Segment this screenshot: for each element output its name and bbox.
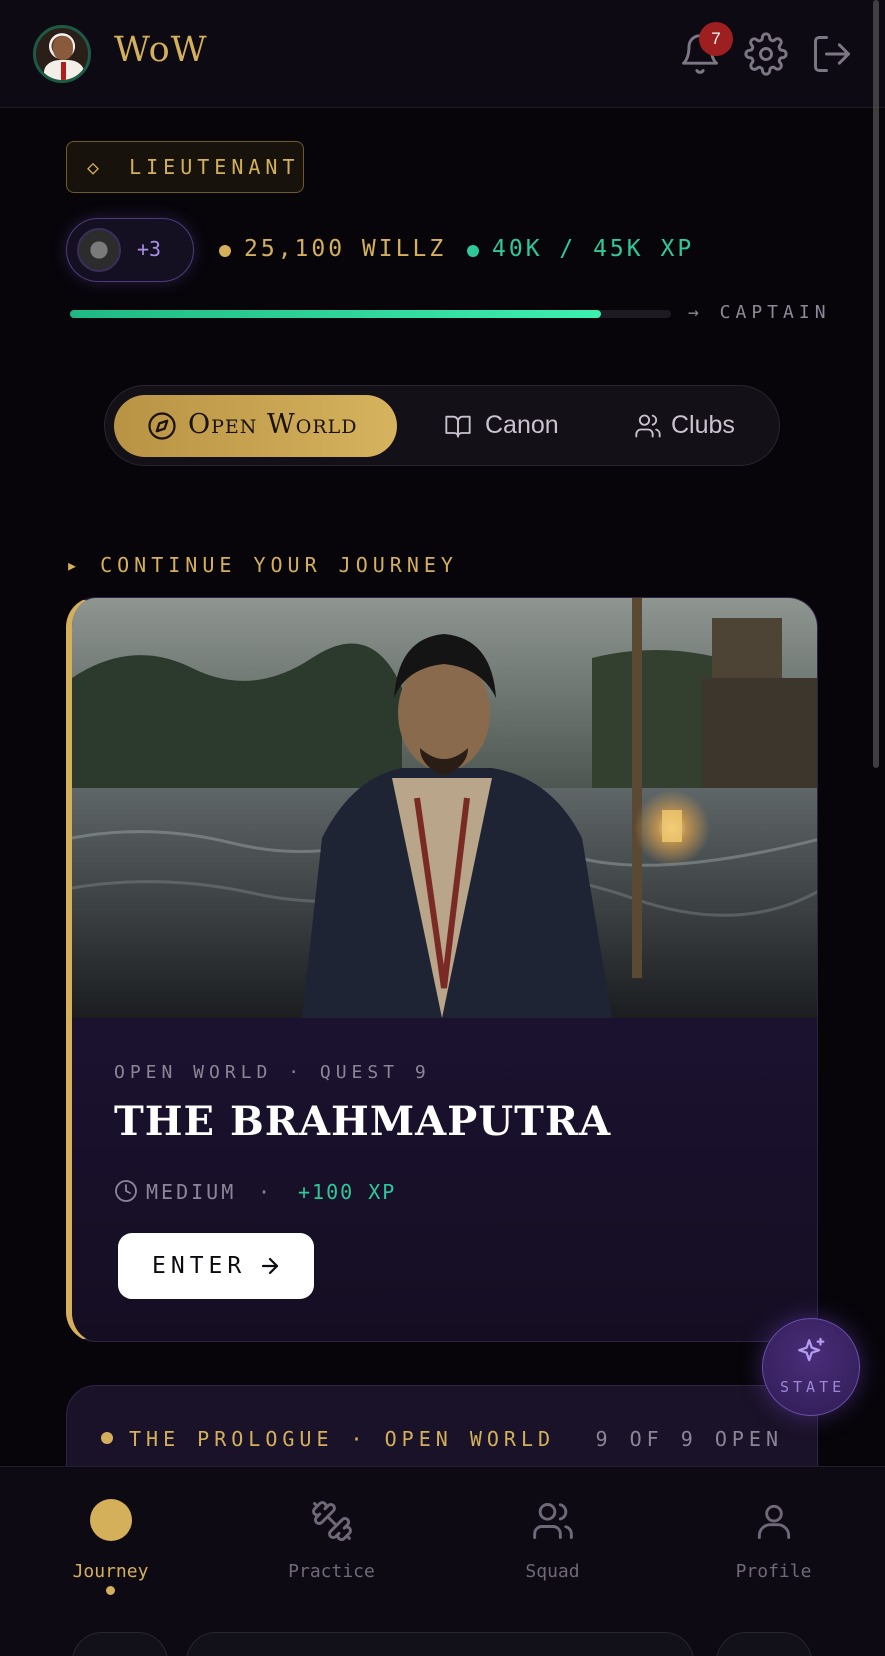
nav-journey-label: Journey [72,1561,149,1582]
xp-progress-text: 40K / 45K XP [492,236,695,262]
book-icon [445,415,471,438]
xp-dot-icon [467,245,479,257]
tab-open-world[interactable]: Open World [114,395,397,457]
squad-icon [533,1503,573,1539]
enter-button[interactable]: ENTER [118,1233,314,1299]
tab-clubs[interactable]: Clubs [615,395,765,457]
coin-icon [219,245,231,257]
tab-canon-label: Canon [485,411,559,439]
quest-card-body: OPEN WORLD · QUEST 9 THE BRAHMAPUTRA MED… [72,1018,817,1341]
journey-icon [90,1499,132,1541]
page-scrollbar[interactable] [873,0,879,768]
nav-profile-label: Profile [735,1561,812,1582]
app-logo[interactable]: WoW [114,30,208,70]
prologue-title: THE PROLOGUE · OPEN WORLD [129,1427,556,1451]
willz-balance: 25,100 WILLZ [244,236,447,262]
meta-separator: · [258,1180,271,1204]
quest-kicker: OPEN WORLD · QUEST 9 [114,1062,431,1083]
bottom-address-bar[interactable] [186,1632,694,1656]
profile-icon [757,1504,791,1539]
xp-progress-bar [70,310,671,318]
companion-avatar [77,228,121,272]
state-button[interactable]: STATE [762,1318,885,1416]
nav-practice[interactable]: Practice [221,1467,442,1597]
gear-icon[interactable] [744,32,788,76]
avatar-tie [61,62,66,80]
rank-badge: ◇ LIEUTENANT [66,141,304,193]
notification-badge: 7 [699,22,733,56]
tab-clubs-label: Clubs [671,411,735,439]
tab-open-world-label: Open World [188,409,358,440]
user-avatar[interactable] [33,25,91,83]
nav-squad[interactable]: Squad [442,1467,663,1597]
compass-icon [148,412,176,440]
xp-progress-fill [70,310,601,318]
clock-icon [115,1180,137,1202]
quest-difficulty: MEDIUM [146,1180,237,1204]
world-switcher: Open World Canon Clubs [104,385,780,466]
sparkles-icon [798,1337,825,1362]
dumbbell-icon [312,1501,352,1542]
bottom-left-control[interactable] [72,1632,168,1656]
nav-practice-label: Practice [288,1561,375,1582]
prologue-dot-icon [101,1432,113,1444]
companions-pill[interactable]: +3 [66,218,194,282]
companions-extra-count: +3 [137,237,162,261]
users-icon [635,414,661,438]
state-button-label: STATE [780,1378,846,1396]
diamond-icon: ◇ [87,155,105,179]
nav-profile[interactable]: Profile [663,1467,884,1597]
quest-cover-image [72,598,817,1018]
quest-card[interactable]: OPEN WORLD · QUEST 9 THE BRAHMAPUTRA MED… [66,597,818,1342]
bottom-right-control[interactable] [716,1632,812,1656]
arrow-right-icon [261,1257,279,1275]
top-bar: WoW 7 [0,0,885,108]
nav-squad-label: Squad [525,1561,580,1582]
enter-button-label: ENTER [152,1253,247,1279]
avatar-face [53,36,73,60]
prologue-count: 9 OF 9 OPEN [595,1427,783,1451]
quest-reward: +100 XP [298,1180,397,1204]
rank-label: LIEUTENANT [129,155,300,179]
bottom-navigation: Journey Practice Squad Profile [0,1466,885,1656]
section-title: ▸ CONTINUE YOUR JOURNEY [66,553,458,577]
active-indicator [106,1586,115,1595]
next-rank-label: → CAPTAIN [688,302,831,323]
tab-canon[interactable]: Canon [423,395,593,457]
nav-journey[interactable]: Journey [0,1467,221,1597]
logout-icon[interactable] [810,32,854,76]
quest-title: THE BRAHMAPUTRA [114,1098,612,1145]
